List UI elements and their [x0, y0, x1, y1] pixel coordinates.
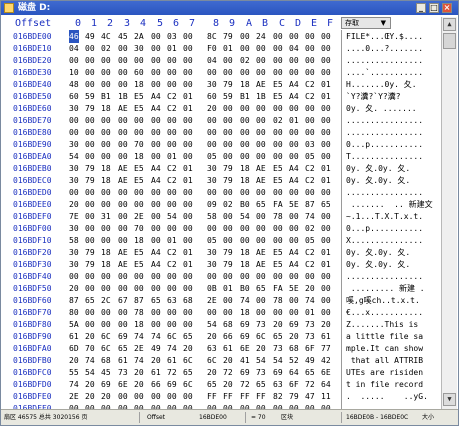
col-header-b: B [262, 18, 269, 29]
hex-row[interactable]: 016BDFF0 00 00 00 00 00 00 00 00 00 00 00 00 00 00 00 00… [1, 402, 441, 409]
col-header-9: 9 [229, 18, 236, 29]
offset-status-label: Offset [147, 414, 166, 421]
hex-grid[interactable]: 016BDE00 46 49 4C 45 2A 00 03 00 8C 79 00 24 00 00 00 00… [1, 30, 441, 409]
value-status: = 70 [251, 414, 266, 421]
col-header-5: 5 [157, 18, 164, 29]
hex-byte[interactable]: 00 [151, 402, 161, 409]
hex-byte[interactable]: 00 [85, 402, 95, 409]
col-header-7: 7 [189, 18, 196, 29]
col-header-a: A [246, 18, 253, 29]
offset-status-value: 16BDE00 [199, 414, 227, 421]
status-divider [341, 412, 342, 423]
access-dropdown[interactable]: 存取 ▼ [341, 17, 391, 29]
scroll-down-icon[interactable]: ▼ [443, 393, 456, 406]
hex-byte[interactable]: 00 [273, 402, 283, 409]
status-divider [139, 412, 140, 423]
hex-byte[interactable]: 00 [240, 402, 250, 409]
ascii-divider [341, 30, 342, 409]
col-header-f: F [327, 18, 334, 29]
offset-header: Offset [15, 18, 52, 29]
col-header-0: 0 [75, 18, 82, 29]
col-header-c: C [279, 18, 286, 29]
col-header-1: 1 [91, 18, 98, 29]
row-offset: 016BDFF0 [13, 404, 52, 409]
hex-byte[interactable]: 00 [305, 402, 315, 409]
hex-byte[interactable]: 00 [69, 402, 79, 409]
col-header-6: 6 [173, 18, 180, 29]
hex-byte[interactable]: 00 [167, 402, 177, 409]
hex-byte[interactable]: 00 [101, 402, 111, 409]
hex-byte[interactable]: 00 [256, 402, 266, 409]
status-bar: 扇区 46575 总共 3020156 页 Offset 16BDE00 = 7… [1, 409, 458, 425]
close-button[interactable]: × [442, 3, 452, 13]
col-header-e: E [311, 18, 318, 29]
col-header-3: 3 [124, 18, 131, 29]
col-header-2: 2 [107, 18, 114, 29]
disk-icon [4, 3, 14, 13]
maximize-button[interactable]: □ [429, 3, 439, 13]
col-header-d: D [295, 18, 302, 29]
hex-editor-window: 磁盘 D: _ □ × Offset 0 1 2 3 4 5 6 7 8 9 A… [0, 0, 459, 426]
chevron-down-icon: ▼ [380, 19, 386, 27]
access-dropdown-label: 存取 [345, 19, 359, 27]
scroll-thumb[interactable] [443, 33, 456, 49]
minimize-button[interactable]: _ [416, 3, 426, 13]
block-status-label: 区块 [281, 414, 294, 421]
hex-byte[interactable]: 00 [207, 402, 217, 409]
vertical-scrollbar[interactable]: ▲ ▼ [441, 17, 457, 409]
block-status-value: 16BDE0B - 16BDE0C [346, 414, 409, 421]
hex-byte[interactable]: 00 [289, 402, 299, 409]
col-header-8: 8 [213, 18, 220, 29]
status-divider [245, 412, 246, 423]
title-bar: 磁盘 D: _ □ × [1, 1, 458, 15]
col-header-4: 4 [140, 18, 147, 29]
scroll-up-icon[interactable]: ▲ [443, 18, 456, 31]
hex-byte[interactable]: 00 [118, 402, 128, 409]
hex-byte[interactable]: 00 [223, 402, 233, 409]
size-status-label: 大小 [422, 414, 435, 421]
hex-byte[interactable]: 00 [183, 402, 193, 409]
hex-byte[interactable]: 00 [134, 402, 144, 409]
window-title: 磁盘 D: [18, 3, 51, 13]
ascii-text[interactable]: ................ [346, 402, 423, 409]
hex-byte[interactable]: 00 [321, 402, 331, 409]
sector-info: 扇区 46575 总共 3020156 页 [4, 414, 88, 421]
